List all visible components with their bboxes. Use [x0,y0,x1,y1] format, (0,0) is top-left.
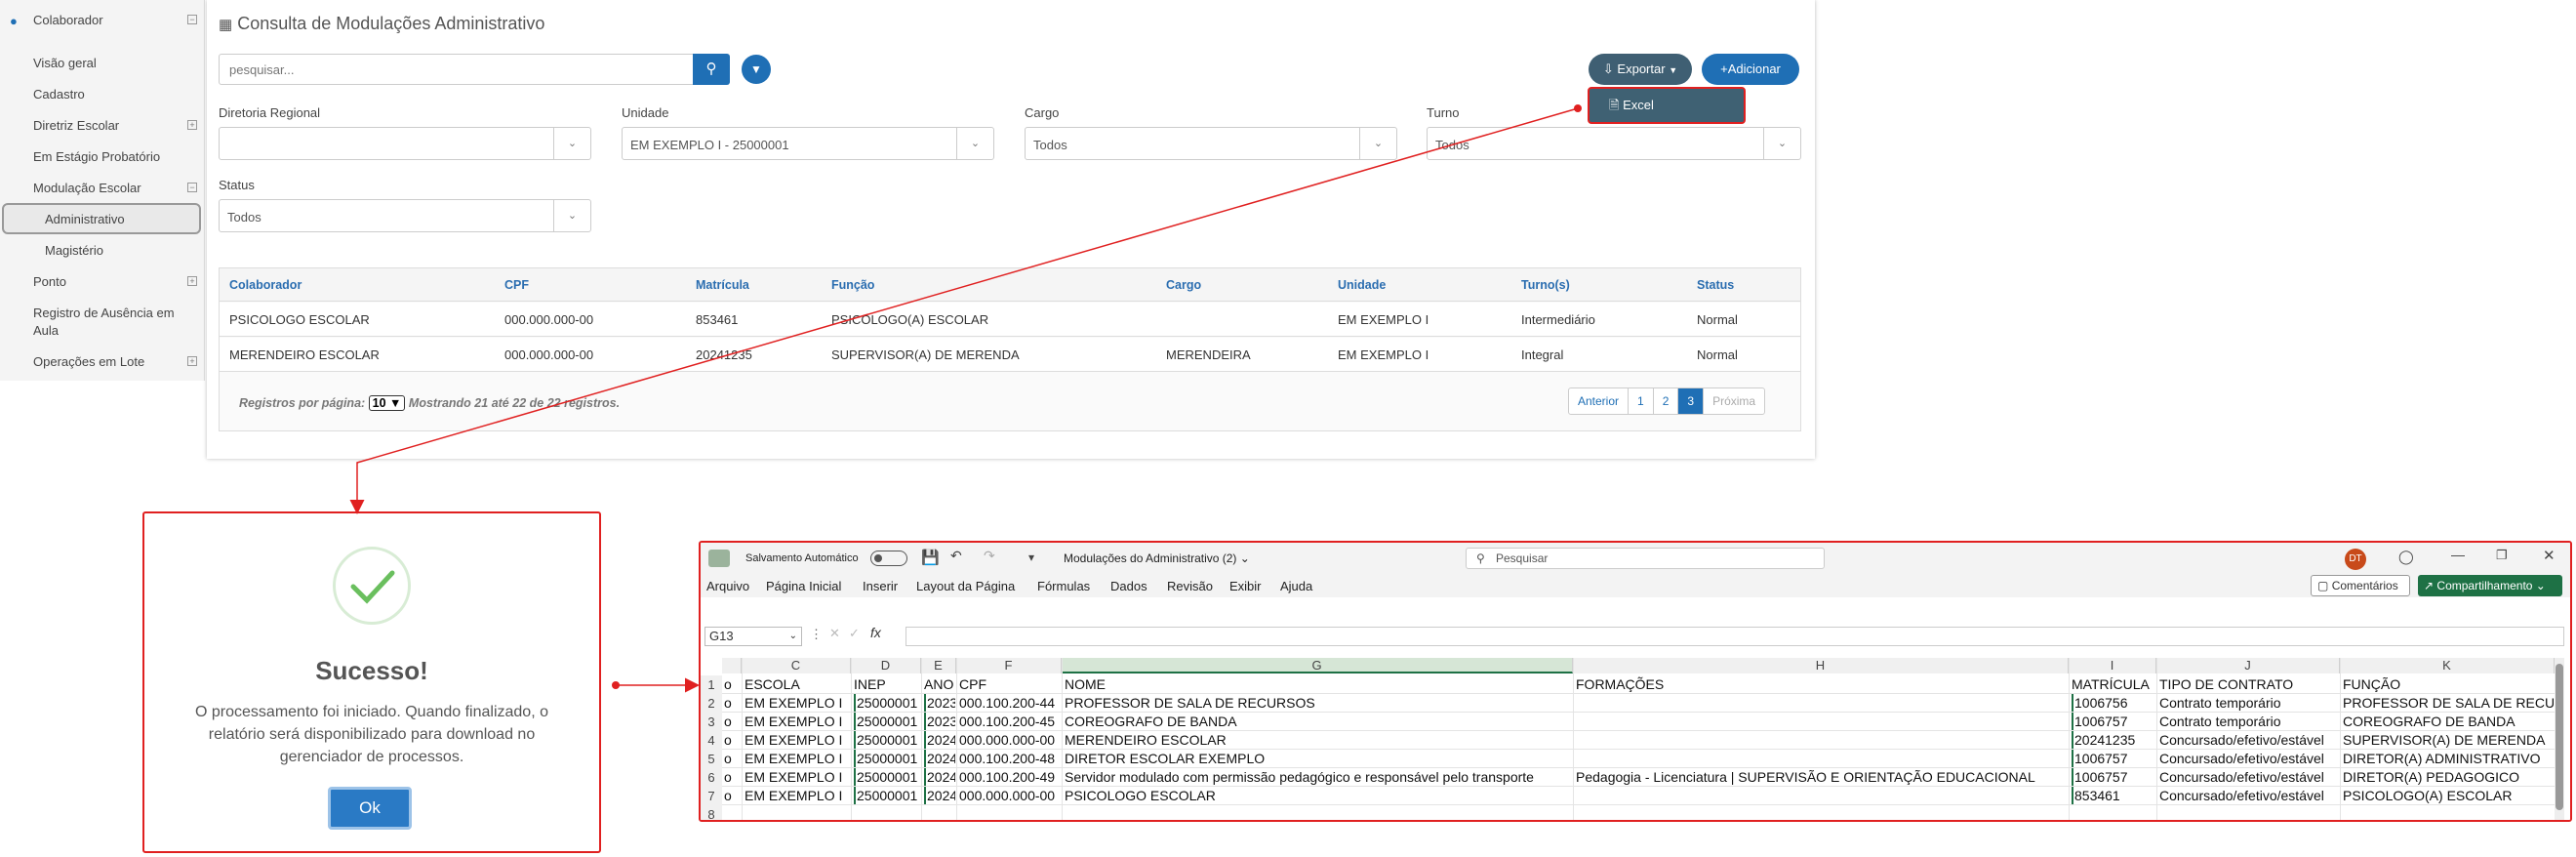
arrow-export-to-dialog [349,107,1579,514]
annotation-arrows [349,104,1582,693]
